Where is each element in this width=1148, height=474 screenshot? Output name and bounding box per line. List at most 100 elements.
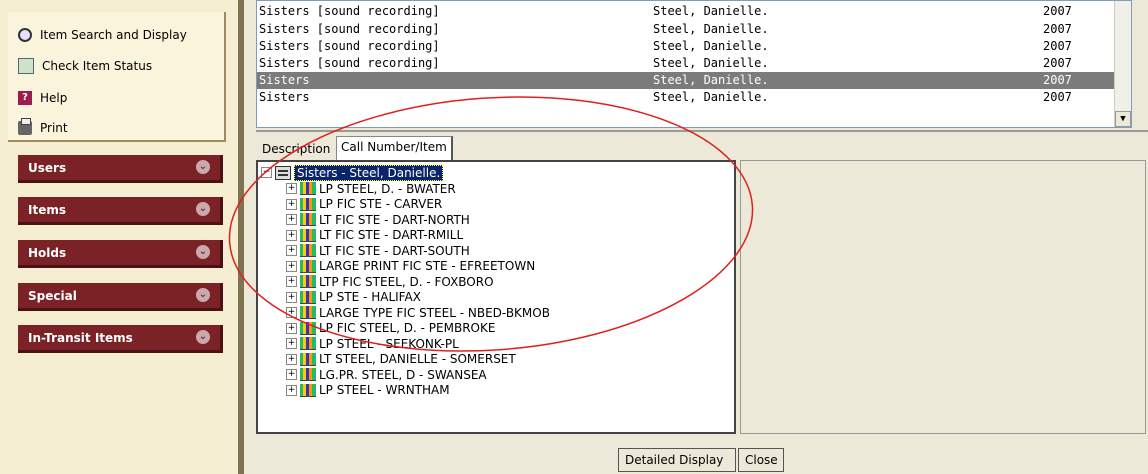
tree-item-label: LP STEEL, D. - BWATER (319, 181, 456, 196)
books-icon (300, 182, 316, 195)
expand-icon[interactable]: + (286, 276, 297, 287)
tree-item[interactable]: + LT FIC STE - DART-NORTH (286, 212, 470, 227)
tree-item-label: LP FIC STEEL, D. - PEMBROKE (319, 321, 496, 335)
result-row[interactable]: Sisters [sound recording] Steel, Daniell… (257, 55, 1115, 72)
tree-item[interactable]: + LP STEEL - SEEKONK-PL (286, 336, 459, 351)
tree-item-label: LP STEEL - WRNTHAM (319, 383, 450, 397)
tree-item[interactable]: + LP STEEL - WRNTHAM (286, 383, 450, 398)
books-icon (300, 321, 316, 335)
nav-in-transit-items[interactable]: In-Transit Items ⌄ (18, 325, 223, 353)
expand-icon[interactable]: + (286, 245, 297, 256)
tree-item-label: LARGE TYPE FIC STEEL - NBED-BKMOB (319, 305, 550, 320)
expand-icon[interactable]: + (286, 183, 297, 194)
tree-item[interactable]: + LARGE PRINT FIC STE - EFREETOWN (286, 259, 535, 274)
expand-icon[interactable]: + (286, 353, 297, 365)
tab-description[interactable]: Description (258, 139, 334, 159)
tree-item[interactable]: + LT FIC STE - DART-RMILL (286, 228, 463, 243)
result-author: Steel, Danielle. (653, 39, 769, 53)
task-check-item-status[interactable]: Check Item Status (18, 55, 152, 77)
search-icon (18, 28, 32, 42)
tree-item-label: LP FIC STE - CARVER (319, 197, 443, 211)
result-author: Steel, Danielle. (653, 56, 769, 70)
task-label: Item Search and Display (40, 28, 187, 42)
task-help[interactable]: ? Help (18, 87, 67, 109)
result-row-selected[interactable]: Sisters Steel, Danielle. 2007 (257, 72, 1115, 89)
tree-root[interactable]: − Sisters - Steel, Danielle. (261, 164, 444, 181)
books-icon (300, 228, 316, 242)
task-box: Item Search and Display Check Item Statu… (8, 12, 226, 142)
detailed-display-button[interactable]: Detailed Display (618, 448, 736, 472)
task-print[interactable]: Print (18, 117, 68, 139)
tree-item[interactable]: + LT FIC STE - DART-SOUTH (286, 243, 470, 258)
tree-item-label: LT FIC STE - DART-NORTH (319, 212, 470, 227)
tab-call-number-item[interactable]: Call Number/Item (336, 136, 453, 161)
nav-items[interactable]: Items ⌄ (18, 197, 223, 225)
results-scrollbar[interactable]: ▼ (1114, 1, 1131, 127)
expand-icon[interactable]: + (286, 338, 297, 349)
result-title: Sisters (259, 90, 310, 104)
chevron-down-icon: ⌄ (196, 330, 210, 344)
result-author: Steel, Danielle. (653, 90, 769, 104)
books-icon (300, 213, 316, 226)
books-icon (300, 290, 316, 304)
result-year: 2007 (1043, 39, 1072, 53)
task-item-search-display[interactable]: Item Search and Display (18, 24, 187, 46)
tree-item-label: LARGE PRINT FIC STE - EFREETOWN (319, 259, 536, 273)
tree-item[interactable]: + LT STEEL, DANIELLE - SOMERSET (286, 352, 516, 367)
expand-icon[interactable]: + (286, 214, 297, 225)
close-button[interactable]: Close (738, 448, 784, 472)
books-icon (300, 244, 316, 257)
nav-holds[interactable]: Holds ⌄ (18, 240, 223, 268)
expand-icon[interactable]: + (286, 322, 297, 334)
chevron-down-icon: ⌄ (196, 160, 210, 174)
expand-icon[interactable]: + (286, 369, 297, 380)
tree-item[interactable]: + LG.PR. STEEL, D - SWANSEA (286, 367, 487, 382)
expand-icon[interactable]: + (286, 260, 297, 272)
result-row[interactable]: Sisters [sound recording] Steel, Daniell… (257, 21, 1115, 38)
chevron-down-icon: ⌄ (196, 288, 210, 302)
result-row[interactable]: Sisters Steel, Danielle. 2007 (257, 89, 1115, 106)
tree-item[interactable]: + LTP FIC STEEL, D. - FOXBORO (286, 274, 494, 289)
scroll-down-arrow-icon[interactable]: ▼ (1115, 111, 1131, 127)
expand-icon[interactable]: + (286, 229, 297, 241)
bib-record-icon (275, 165, 291, 180)
call-number-tree: − Sisters - Steel, Danielle. + LP STEEL, … (256, 160, 736, 434)
nav-label: Items (28, 202, 66, 217)
tree-item-label: LTP FIC STEEL, D. - FOXBORO (319, 274, 494, 289)
result-author: Steel, Danielle. (653, 22, 769, 36)
tree-item[interactable]: + LP FIC STEEL, D. - PEMBROKE (286, 321, 495, 336)
result-author: Steel, Danielle. (653, 4, 769, 18)
result-title: Sisters [sound recording] (259, 22, 440, 36)
tree-item[interactable]: + LP STE - HALIFAX (286, 290, 421, 305)
right-panel: Sisters [sound recording] Steel, Daniell… (244, 0, 1148, 474)
chevron-down-icon: ⌄ (196, 202, 210, 216)
result-author: Steel, Danielle. (653, 73, 769, 87)
horizontal-splitter[interactable] (256, 130, 1148, 132)
tree-item[interactable]: + LP STEEL, D. - BWATER (286, 181, 456, 196)
tree-item[interactable]: + LARGE TYPE FIC STEEL - NBED-BKMOB (286, 305, 550, 320)
result-row[interactable]: Sisters [sound recording] Steel, Daniell… (257, 3, 1115, 20)
expand-icon[interactable]: + (286, 384, 297, 396)
expand-icon[interactable]: + (286, 198, 297, 210)
result-title: Sisters (259, 73, 310, 87)
results-list: Sisters [sound recording] Steel, Daniell… (256, 0, 1132, 128)
result-year: 2007 (1043, 22, 1072, 36)
books-icon (300, 275, 316, 288)
help-icon: ? (18, 91, 32, 105)
result-row[interactable]: Sisters [sound recording] Steel, Daniell… (257, 38, 1115, 55)
expand-icon[interactable]: + (286, 291, 297, 303)
nav-special[interactable]: Special ⌄ (18, 283, 223, 311)
nav-users[interactable]: Users ⌄ (18, 155, 223, 183)
detail-pane (740, 160, 1146, 434)
tree-item[interactable]: + LP FIC STE - CARVER (286, 197, 442, 212)
tree-item-label: LT FIC STE - DART-RMILL (319, 228, 464, 242)
collapse-icon[interactable]: − (261, 167, 272, 178)
check-status-icon (18, 58, 34, 74)
books-icon (300, 197, 316, 211)
expand-icon[interactable]: + (286, 307, 297, 318)
books-icon (300, 259, 316, 273)
books-icon (300, 352, 316, 366)
tree-item-label: LP STEEL - SEEKONK-PL (319, 336, 459, 351)
result-title: Sisters [sound recording] (259, 4, 440, 18)
nav-label: In-Transit Items (28, 330, 133, 345)
